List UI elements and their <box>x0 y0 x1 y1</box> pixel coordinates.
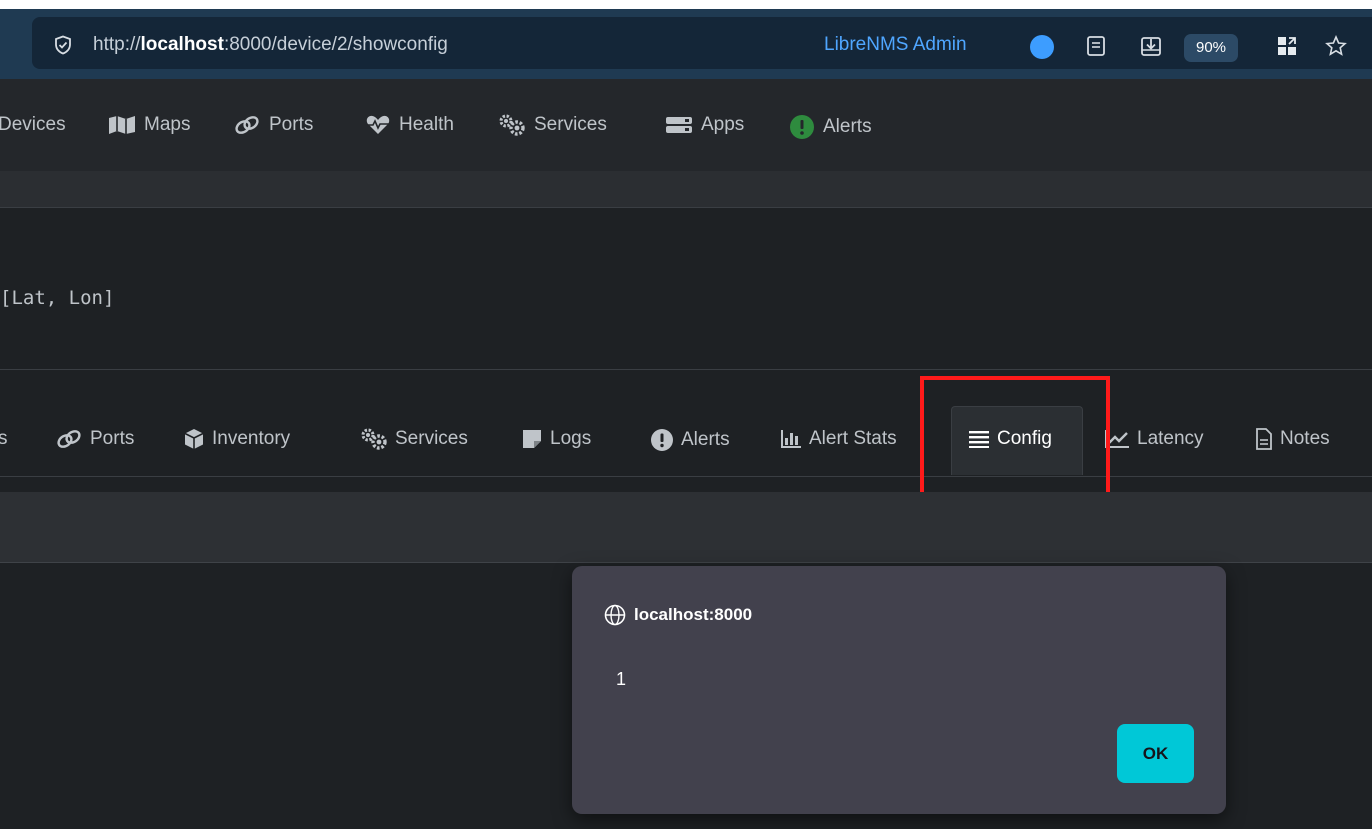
tab-inventory[interactable]: Inventory <box>183 428 290 450</box>
annotation-highlight-box <box>920 376 1110 506</box>
nav-services-label: Services <box>534 114 607 135</box>
tab-alert-stats[interactable]: Alert Stats <box>780 428 897 450</box>
tab-services[interactable]: Services <box>360 428 468 450</box>
section-divider <box>0 369 1372 370</box>
tab-inventory-label: Inventory <box>212 428 291 449</box>
tab-alerts[interactable]: Alerts <box>650 428 730 452</box>
nav-services[interactable]: Services <box>498 114 607 136</box>
bar-chart-icon <box>781 430 801 448</box>
tab-ports[interactable]: Ports <box>55 428 134 450</box>
tab-ports-label: Ports <box>90 428 135 449</box>
map-icon <box>109 116 135 134</box>
tasks-icon <box>666 117 692 133</box>
ok-button[interactable]: OK <box>1117 724 1194 783</box>
tab-logs-label: Logs <box>550 428 592 449</box>
nav-ports-label: Ports <box>269 114 314 135</box>
nav-alerts-label: Alerts <box>823 116 872 137</box>
secondary-bar <box>0 171 1372 208</box>
browser-toolbar: http://localhost:8000/device/2/showconfi… <box>0 9 1372 79</box>
cube-icon <box>184 429 204 449</box>
tab-services-label: Services <box>395 428 468 449</box>
download-icon[interactable] <box>1140 35 1162 57</box>
url-text[interactable]: http://localhost:8000/device/2/showconfi… <box>93 34 448 56</box>
dialog-origin: localhost:8000 <box>604 604 752 626</box>
tab-logs[interactable]: Logs <box>521 428 591 450</box>
content-toolbar <box>0 492 1372 563</box>
tab-alert-stats-label: Alert Stats <box>809 428 897 449</box>
nav-devices[interactable]: Devices <box>0 114 66 136</box>
nav-health[interactable]: Health <box>365 114 454 136</box>
profile-dot-icon[interactable] <box>1030 35 1054 59</box>
shield-check-icon[interactable] <box>53 35 73 55</box>
tab-notes[interactable]: Notes <box>1255 428 1330 450</box>
dialog-origin-label: localhost:8000 <box>634 605 753 624</box>
heartbeat-icon <box>366 115 390 134</box>
url-prefix: http:// <box>93 34 141 55</box>
cogs-icon <box>361 428 387 450</box>
device-tabs: s Ports Inventory Services Logs Alerts A… <box>0 406 1372 477</box>
sticky-note-icon <box>523 430 541 448</box>
tab-latency-label: Latency <box>1137 428 1204 449</box>
nav-alerts[interactable]: Alerts <box>789 114 872 140</box>
file-text-icon <box>1256 428 1272 450</box>
nav-ports[interactable]: Ports <box>233 114 313 136</box>
tab-latency[interactable]: Latency <box>1104 428 1204 450</box>
browser-window: http://localhost:8000/device/2/showconfi… <box>0 9 1372 829</box>
nav-maps[interactable]: Maps <box>108 114 190 136</box>
link-icon <box>57 430 81 448</box>
alert-circle-icon <box>790 115 814 139</box>
nav-apps-label: Apps <box>701 114 745 135</box>
location-coordinates-hint: [Lat, Lon] <box>0 287 115 309</box>
link-icon <box>235 116 259 134</box>
nav-health-label: Health <box>399 114 454 135</box>
zoom-level-badge[interactable]: 90% <box>1184 34 1238 62</box>
nav-devices-label: Devices <box>0 114 66 135</box>
cogs-icon <box>499 114 525 136</box>
nav-maps-label: Maps <box>144 114 191 135</box>
tab-notes-label: Notes <box>1280 428 1330 449</box>
dialog-message: 1 <box>616 669 627 689</box>
extensions-icon[interactable] <box>1276 35 1298 57</box>
reader-mode-icon[interactable] <box>1085 35 1107 57</box>
globe-icon <box>604 604 626 626</box>
main-navbar: Devices Maps Ports Health Services Apps … <box>0 79 1372 171</box>
tab-graphs-partial[interactable]: s <box>0 428 8 450</box>
tab-alerts-label: Alerts <box>681 429 730 450</box>
nav-apps[interactable]: Apps <box>665 114 744 136</box>
profile-label[interactable]: LibreNMS Admin <box>824 34 967 56</box>
bookmark-star-icon[interactable] <box>1325 35 1347 57</box>
alert-dialog: localhost:8000 1 OK <box>572 566 1226 814</box>
url-host: localhost <box>140 34 224 55</box>
url-path: :8000/device/2/showconfig <box>223 34 448 55</box>
exclamation-circle-icon <box>651 429 673 451</box>
tab-graphs-partial-label: s <box>0 428 8 449</box>
